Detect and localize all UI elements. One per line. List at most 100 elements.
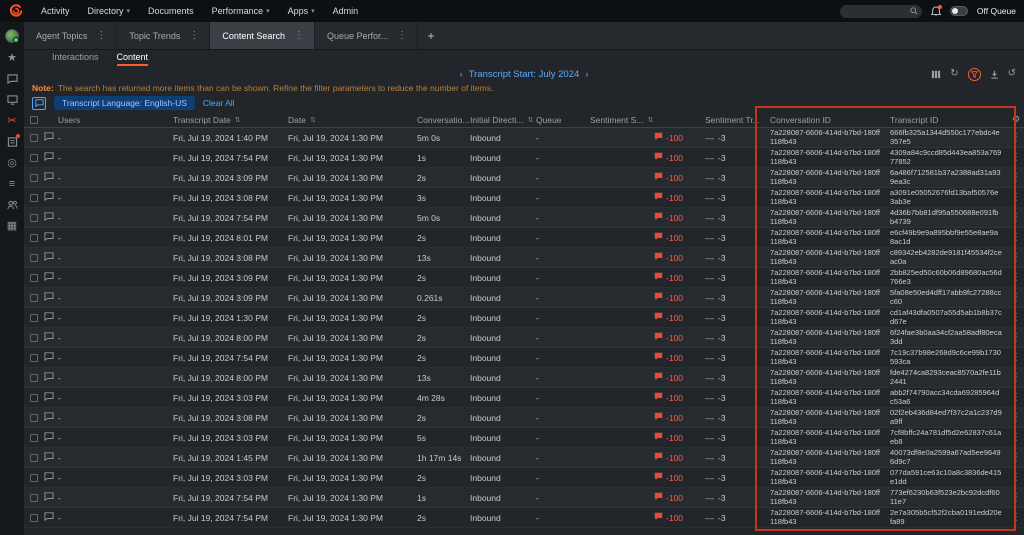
row-checkbox[interactable] — [30, 253, 38, 262]
table-row[interactable]: - Fri, Jul 19, 2024 1:45 PM Fri, Jul 19, 2… — [24, 448, 1024, 468]
table-row[interactable]: - Fri, Jul 19, 2024 3:08 PM Fri, Jul 19, 2… — [24, 188, 1024, 208]
table-row[interactable]: - Fri, Jul 19, 2024 3:08 PM Fri, Jul 19, 2… — [24, 248, 1024, 268]
screen-share-icon[interactable] — [6, 94, 18, 106]
row-checkbox[interactable] — [30, 433, 38, 442]
row-kebab-menu-icon[interactable]: ⋮ — [1011, 432, 1021, 443]
table-row[interactable]: - Fri, Jul 19, 2024 3:08 PM Fri, Jul 19, 2… — [24, 408, 1024, 428]
prev-page-arrow[interactable]: ‹ — [460, 69, 463, 80]
quality-scissors-icon[interactable]: ✂ — [7, 115, 16, 127]
row-checkbox[interactable] — [30, 133, 38, 142]
table-row[interactable]: - Fri, Jul 19, 2024 3:09 PM Fri, Jul 19, 2… — [24, 168, 1024, 188]
chat-icon[interactable] — [6, 73, 18, 85]
list-menu-icon[interactable]: ≡ — [9, 178, 15, 190]
column-header-transcript-id[interactable]: Transcript ID — [890, 115, 1008, 125]
row-kebab-menu-icon[interactable]: ⋮ — [1011, 312, 1021, 323]
row-checkbox[interactable] — [30, 513, 38, 522]
row-kebab-menu-icon[interactable]: ⋮ — [1011, 512, 1021, 523]
tab-menu-icon[interactable]: ⋮ — [294, 30, 304, 41]
columns-icon[interactable] — [931, 70, 941, 79]
row-kebab-menu-icon[interactable]: ⋮ — [1011, 452, 1021, 463]
tab-menu-icon[interactable]: ⋮ — [397, 30, 407, 41]
row-checkbox[interactable] — [30, 353, 38, 362]
row-checkbox[interactable] — [30, 333, 38, 342]
row-kebab-menu-icon[interactable]: ⋮ — [1011, 232, 1021, 243]
clear-all-filters-link[interactable]: Clear All — [203, 98, 235, 108]
nav-item-activity[interactable]: Activity — [32, 6, 79, 16]
sort-icon[interactable]: ⇅ — [235, 116, 241, 124]
nav-item-admin[interactable]: Admin — [324, 6, 368, 16]
row-kebab-menu-icon[interactable]: ⋮ — [1011, 352, 1021, 363]
table-row[interactable]: - Fri, Jul 19, 2024 3:09 PM Fri, Jul 19, 2… — [24, 288, 1024, 308]
refresh-icon[interactable]: ↻ — [950, 69, 958, 79]
table-row[interactable]: - Fri, Jul 19, 2024 7:54 PM Fri, Jul 19, 2… — [24, 208, 1024, 228]
table-row[interactable]: - Fri, Jul 19, 2024 3:09 PM Fri, Jul 19, 2… — [24, 268, 1024, 288]
row-checkbox[interactable] — [30, 213, 38, 222]
table-row[interactable]: - Fri, Jul 19, 2024 7:54 PM Fri, Jul 19, 2… — [24, 508, 1024, 528]
row-checkbox[interactable] — [30, 413, 38, 422]
workspace-tab-queue-perfor[interactable]: Queue Perfor... ⋮ — [315, 22, 418, 49]
subtab-content[interactable]: Content — [116, 52, 149, 66]
row-kebab-menu-icon[interactable]: ⋮ — [1011, 332, 1021, 343]
table-row[interactable]: - Fri, Jul 19, 2024 3:03 PM Fri, Jul 19, 2… — [24, 468, 1024, 488]
column-settings-gear-icon[interactable]: ⚙ — [1012, 114, 1020, 125]
row-kebab-menu-icon[interactable]: ⋮ — [1011, 292, 1021, 303]
tab-menu-icon[interactable]: ⋮ — [96, 30, 106, 41]
transcript-options-button[interactable] — [32, 96, 46, 110]
notifications-bell-icon[interactable] — [930, 4, 942, 17]
nav-item-documents[interactable]: Documents — [139, 6, 203, 16]
subtab-interactions[interactable]: Interactions — [52, 52, 99, 66]
row-checkbox[interactable] — [30, 493, 38, 502]
column-header-date[interactable]: Date ⇅ — [288, 115, 417, 125]
row-kebab-menu-icon[interactable]: ⋮ — [1011, 172, 1021, 183]
row-kebab-menu-icon[interactable]: ⋮ — [1011, 272, 1021, 283]
workspace-tab-content-search[interactable]: Content Search ⋮ — [210, 22, 315, 49]
row-kebab-menu-icon[interactable]: ⋮ — [1011, 472, 1021, 483]
column-header-sentiment-s[interactable]: Sentiment S... ⇅ — [590, 115, 705, 125]
nav-item-performance[interactable]: Performance ▾ — [203, 6, 279, 16]
add-tab-button[interactable]: + — [418, 22, 444, 49]
column-header-initial-directi[interactable]: Initial Directi... ⇅ — [470, 115, 536, 125]
row-kebab-menu-icon[interactable]: ⋮ — [1011, 132, 1021, 143]
row-checkbox[interactable] — [30, 173, 38, 182]
sort-icon[interactable]: ⇅ — [310, 116, 316, 124]
row-kebab-menu-icon[interactable]: ⋮ — [1011, 212, 1021, 223]
column-header-conversation-id[interactable]: Conversation ID — [770, 115, 890, 125]
next-page-arrow[interactable]: › — [585, 69, 588, 80]
select-all-checkbox[interactable] — [30, 115, 38, 124]
row-checkbox[interactable] — [30, 393, 38, 402]
row-checkbox[interactable] — [30, 313, 38, 322]
filter-chip-transcript-language[interactable]: Transcript Language: English-US — [54, 96, 195, 110]
row-kebab-menu-icon[interactable]: ⋮ — [1011, 152, 1021, 163]
column-header-sentiment-tr[interactable]: Sentiment Tr... — [705, 115, 770, 125]
history-icon[interactable]: ↺ — [1008, 69, 1016, 79]
row-checkbox[interactable] — [30, 293, 38, 302]
table-row[interactable]: - Fri, Jul 19, 2024 8:00 PM Fri, Jul 19, 2… — [24, 368, 1024, 388]
row-checkbox[interactable] — [30, 453, 38, 462]
row-checkbox[interactable] — [30, 373, 38, 382]
table-row[interactable]: - Fri, Jul 19, 2024 3:03 PM Fri, Jul 19, 2… — [24, 388, 1024, 408]
workspace-tab-topic-trends[interactable]: Topic Trends ⋮ — [117, 22, 211, 49]
queue-status-toggle[interactable] — [949, 6, 968, 16]
workspace-tab-agent-topics[interactable]: Agent Topics ⋮ — [24, 22, 118, 49]
nav-item-directory[interactable]: Directory ▾ — [79, 6, 140, 16]
table-row[interactable]: - Fri, Jul 19, 2024 7:54 PM Fri, Jul 19, 2… — [24, 488, 1024, 508]
row-checkbox[interactable] — [30, 193, 38, 202]
table-row[interactable]: - Fri, Jul 19, 2024 1:30 PM Fri, Jul 19, 2… — [24, 308, 1024, 328]
row-checkbox[interactable] — [30, 273, 38, 282]
table-row[interactable]: - Fri, Jul 19, 2024 7:54 PM Fri, Jul 19, 2… — [24, 348, 1024, 368]
table-row[interactable]: - Fri, Jul 19, 2024 3:03 PM Fri, Jul 19, 2… — [24, 428, 1024, 448]
row-kebab-menu-icon[interactable]: ⋮ — [1011, 372, 1021, 383]
target-icon[interactable]: ◎ — [7, 157, 17, 169]
sort-icon[interactable]: ⇅ — [527, 116, 533, 124]
table-row[interactable]: - Fri, Jul 19, 2024 8:01 PM Fri, Jul 19, 2… — [24, 228, 1024, 248]
table-row[interactable]: - Fri, Jul 19, 2024 1:40 PM Fri, Jul 19, 2… — [24, 128, 1024, 148]
column-header-users[interactable]: Users — [58, 115, 173, 125]
column-header-conversatio[interactable]: Conversatio...⇅ — [417, 115, 470, 125]
sort-icon[interactable]: ⇅ — [647, 116, 653, 124]
row-checkbox[interactable] — [30, 233, 38, 242]
nav-item-apps[interactable]: Apps ▾ — [279, 6, 324, 16]
people-icon[interactable] — [6, 199, 18, 211]
favorites-star-icon[interactable]: ★ — [7, 52, 17, 64]
download-icon[interactable] — [990, 70, 999, 79]
row-kebab-menu-icon[interactable]: ⋮ — [1011, 492, 1021, 503]
